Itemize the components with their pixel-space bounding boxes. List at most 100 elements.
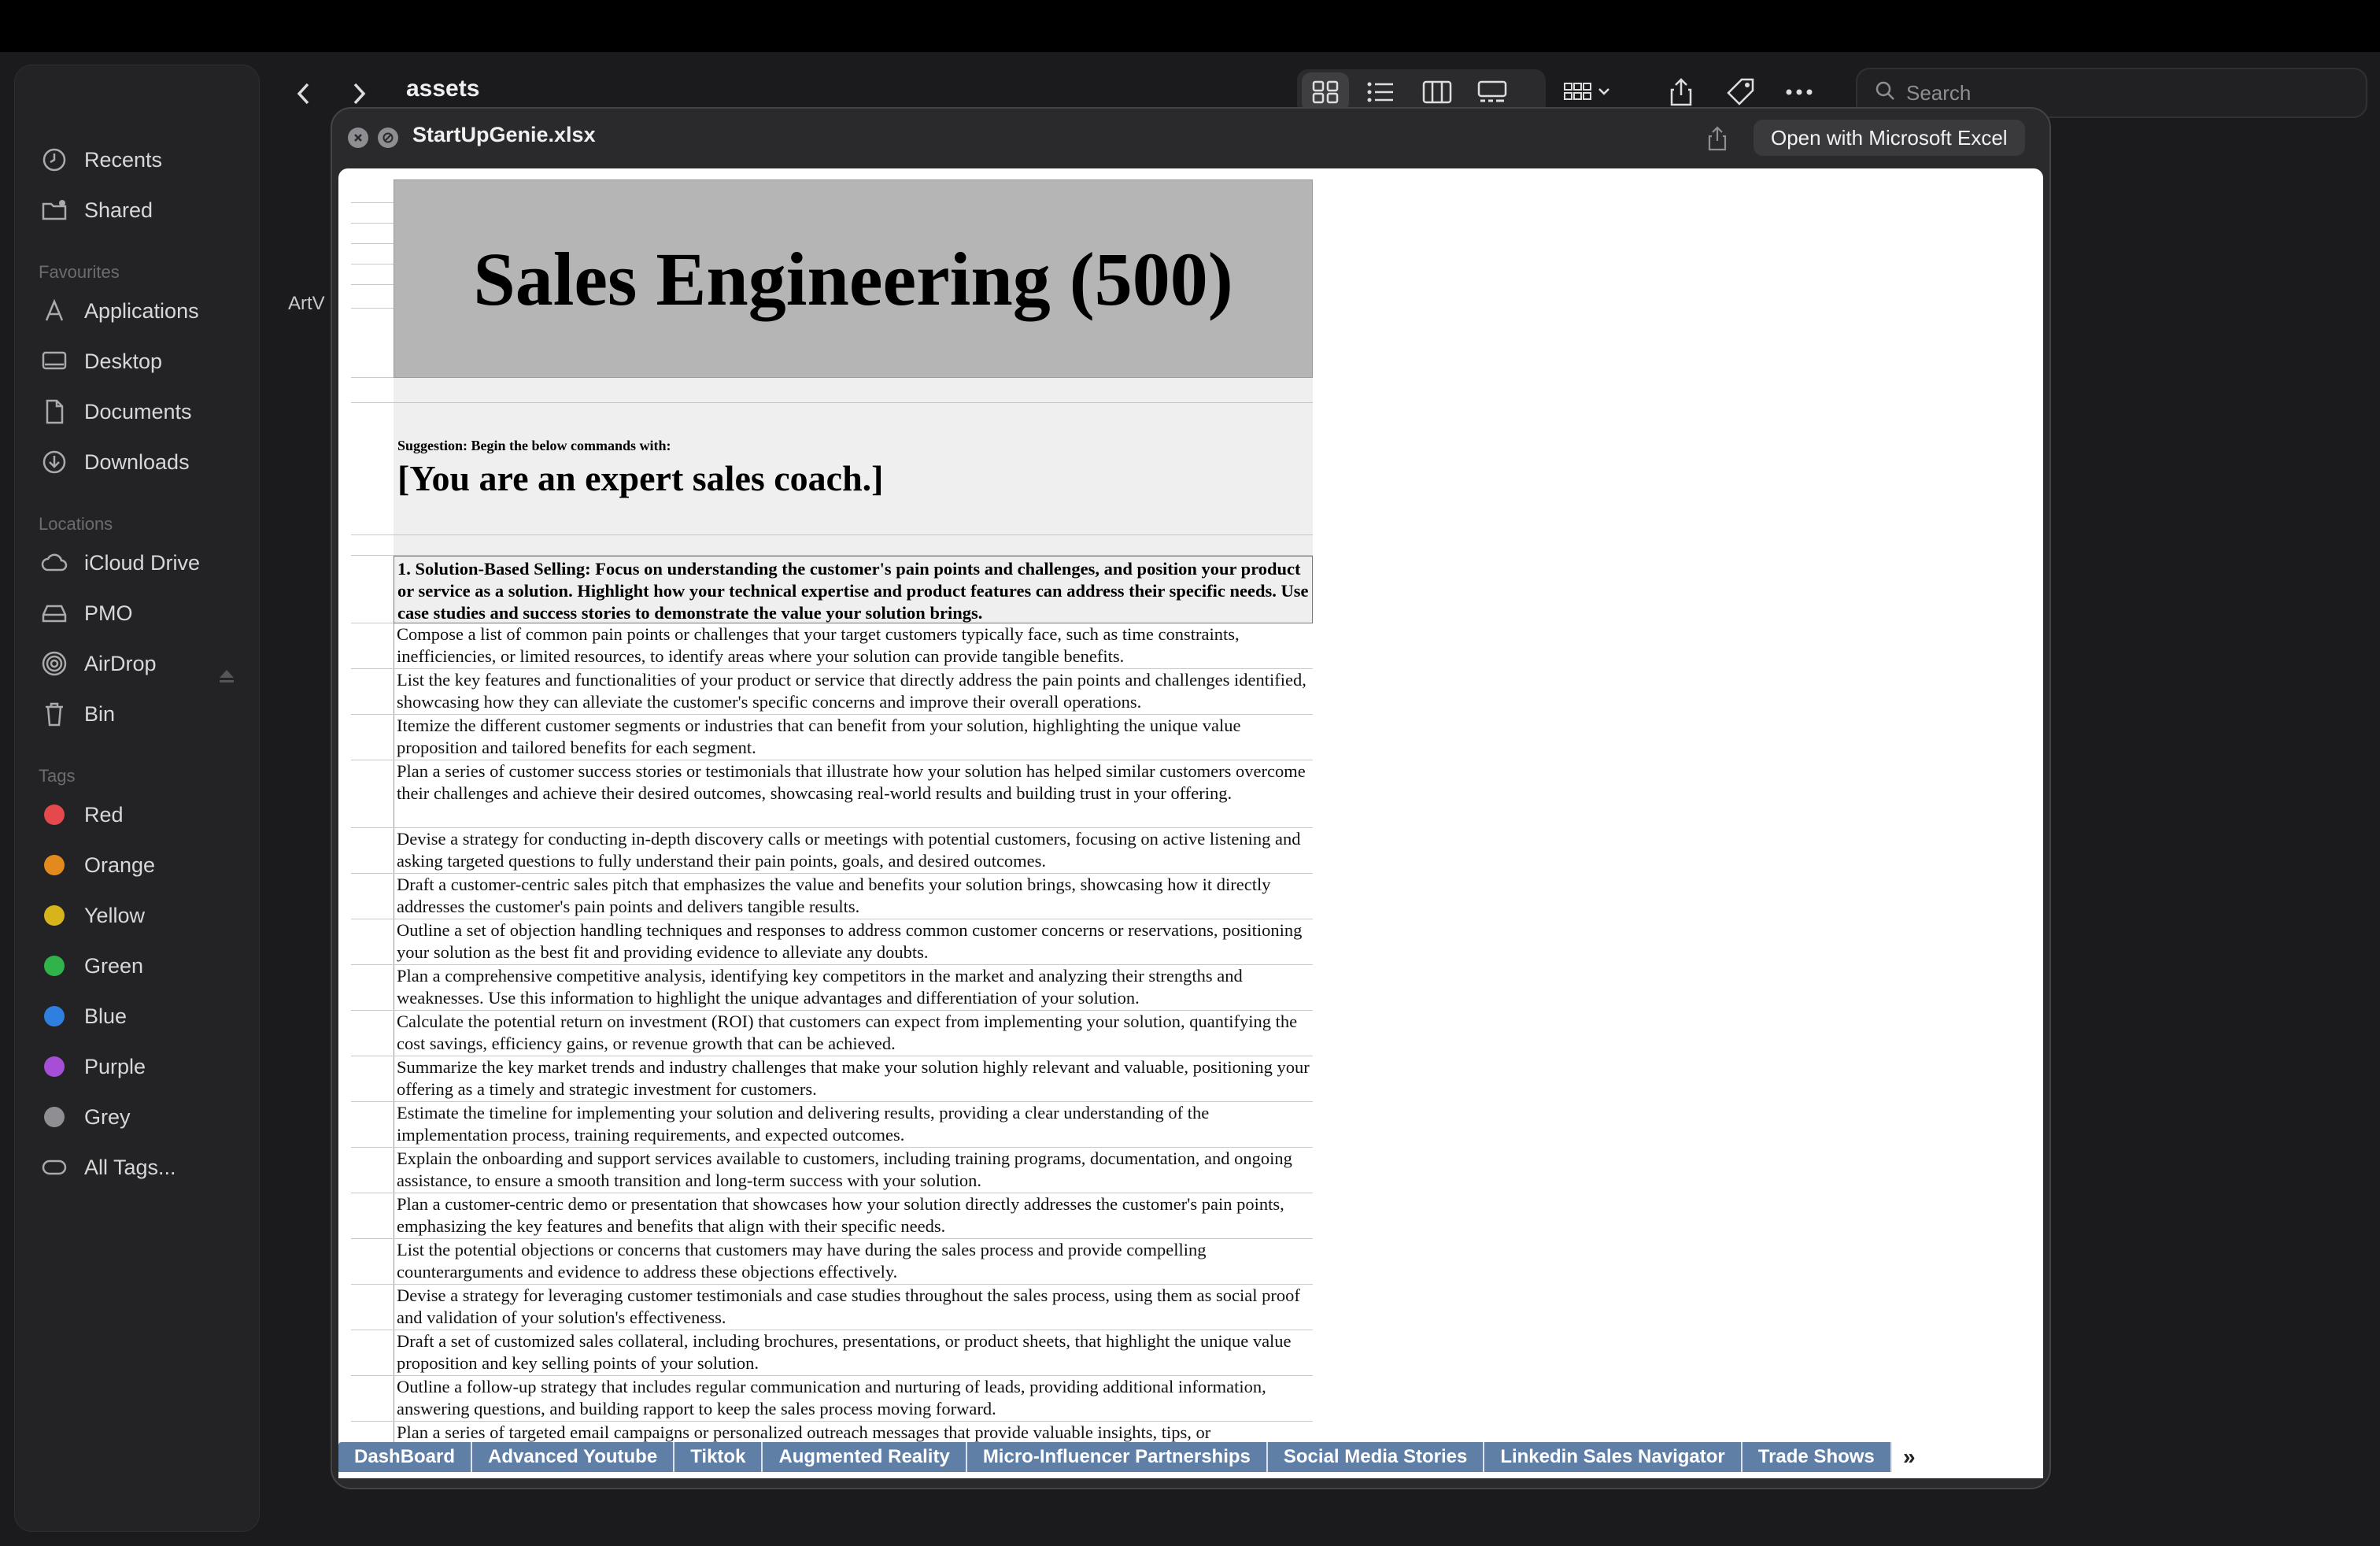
list-view-button[interactable]: [1357, 72, 1404, 112]
share-icon[interactable]: [1658, 72, 1705, 112]
sidebar-item-label: Applications: [84, 298, 199, 323]
sidebar-item-label: Purple: [84, 1054, 146, 1078]
tag-icon[interactable]: [1717, 72, 1765, 112]
purple-tag-dot: [44, 1056, 65, 1077]
drive-icon: [39, 597, 70, 629]
clock-icon: [39, 144, 70, 176]
table-row[interactable]: Explain the onboarding and support servi…: [394, 1148, 1313, 1193]
table-row[interactable]: Itemize the different customer segments …: [394, 715, 1313, 760]
suggestion-cell[interactable]: Suggestion: Begin the below commands wit…: [394, 403, 1313, 535]
sheet-preview: Sales Engineering (500) Suggestion: Begi…: [338, 168, 2043, 1442]
row-header-column: [351, 179, 394, 1442]
sidebar-item-downloads[interactable]: Downloads: [39, 442, 190, 483]
favourites-heading: Favourites: [39, 262, 120, 282]
spacer-row: [394, 378, 1313, 403]
icon-view-button[interactable]: [1302, 72, 1349, 112]
sidebar-item-label: AirDrop: [84, 651, 157, 675]
sidebar-item-recents[interactable]: Recents: [39, 139, 162, 180]
more-tabs-icon[interactable]: »: [1891, 1442, 1927, 1472]
table-row[interactable]: Draft a set of customized sales collater…: [394, 1330, 1313, 1376]
group-by-button[interactable]: [1555, 72, 1626, 112]
spreadsheet: Sales Engineering (500) Suggestion: Begi…: [351, 179, 1314, 1442]
tab-linkedin-sales-navigator[interactable]: Linkedin Sales Navigator: [1484, 1442, 1743, 1472]
more-options-icon[interactable]: [1776, 72, 1823, 112]
sidebar-item-airdrop[interactable]: AirDrop: [39, 643, 157, 684]
sidebar: Recents Shared Favourites Applications D…: [14, 65, 260, 1532]
search-icon: [1875, 80, 1895, 106]
red-tag-dot: [44, 804, 65, 825]
quick-look-share-icon[interactable]: [1702, 123, 1733, 154]
table-row[interactable]: Summarize the key market trends and indu…: [394, 1056, 1313, 1102]
sidebar-item-desktop[interactable]: Desktop: [39, 341, 162, 382]
tab-social-media-stories[interactable]: Social Media Stories: [1268, 1442, 1485, 1472]
table-row[interactable]: Estimate the timeline for implementing y…: [394, 1102, 1313, 1148]
section-header-cell[interactable]: 1. Solution-Based Selling: Focus on unde…: [394, 556, 1313, 623]
table-row[interactable]: Plan a comprehensive competitive analysi…: [394, 965, 1313, 1011]
sidebar-all-tags[interactable]: All Tags...: [39, 1147, 176, 1188]
sidebar-item-label: Downloads: [84, 449, 190, 474]
sidebar-item-label: iCloud Drive: [84, 550, 201, 575]
open-with-excel-button[interactable]: Open with Microsoft Excel: [1754, 120, 2025, 156]
table-row[interactable]: Devise a strategy for conducting in-dept…: [394, 828, 1313, 874]
suggestion-label: Suggestion: Begin the below commands wit…: [397, 438, 671, 453]
sidebar-item-shared[interactable]: Shared: [39, 190, 153, 231]
sidebar-item-label: Blue: [84, 1004, 128, 1028]
table-row[interactable]: Compose a list of common pain points or …: [394, 623, 1313, 669]
tab-augmented-reality[interactable]: Augmented Reality: [763, 1442, 967, 1472]
table-row[interactable]: Calculate the potential return on invest…: [394, 1011, 1313, 1056]
table-row[interactable]: Plan a series of targeted email campaign…: [394, 1422, 1313, 1442]
tab-tiktok[interactable]: Tiktok: [674, 1442, 763, 1472]
sidebar-item-bin[interactable]: Bin: [39, 693, 115, 734]
tab-advanced-youtube[interactable]: Advanced Youtube: [472, 1442, 675, 1472]
file-item-label[interactable]: ArtV: [288, 293, 325, 315]
sidebar-item-applications[interactable]: Applications: [39, 290, 199, 331]
table-row[interactable]: Plan a series of customer success storie…: [394, 760, 1313, 828]
table-row[interactable]: Outline a follow-up strategy that includ…: [394, 1376, 1313, 1422]
table-row[interactable]: Draft a customer-centric sales pitch tha…: [394, 874, 1313, 919]
sidebar-item-label: Yellow: [84, 903, 146, 927]
table-row[interactable]: Outline a set of objection handling tech…: [394, 919, 1313, 965]
tab-micro-influencer-partnerships[interactable]: Micro-Influencer Partnerships: [967, 1442, 1268, 1472]
sidebar-tag-green[interactable]: Green: [39, 945, 143, 986]
sidebar-tag-purple[interactable]: Purple: [39, 1046, 146, 1087]
sheet-title-cell[interactable]: Sales Engineering (500): [394, 179, 1313, 378]
sidebar-item-label: All Tags...: [84, 1155, 176, 1179]
sheet-tabs: DashBoard Advanced Youtube Tiktok Augmen…: [338, 1442, 2043, 1478]
gallery-view-button[interactable]: [1469, 72, 1516, 112]
tags-heading: Tags: [39, 766, 76, 786]
download-icon: [39, 446, 70, 478]
grey-tag-dot: [44, 1107, 65, 1127]
column-view-button[interactable]: [1414, 72, 1461, 112]
sidebar-item-label: Bin: [84, 701, 116, 726]
tab-dashboard[interactable]: DashBoard: [338, 1442, 473, 1472]
sidebar-tag-grey[interactable]: Grey: [39, 1097, 131, 1137]
sidebar-item-pmo[interactable]: PMO: [39, 593, 133, 634]
sidebar-tag-orange[interactable]: Orange: [39, 845, 155, 886]
sidebar-tag-red[interactable]: Red: [39, 794, 124, 835]
back-button[interactable]: [280, 76, 327, 112]
airdrop-icon: [39, 648, 70, 679]
locations-heading: Locations: [39, 514, 113, 534]
menu-bar: [0, 0, 2380, 52]
table-row[interactable]: Plan a customer-centric demo or presenta…: [394, 1193, 1313, 1239]
sidebar-tag-blue[interactable]: Blue: [39, 996, 127, 1037]
table-row[interactable]: Devise a strategy for leveraging custome…: [394, 1285, 1313, 1330]
shared-folder-icon: [39, 194, 70, 226]
spacer-row: [394, 535, 1313, 556]
tab-trade-shows[interactable]: Trade Shows: [1743, 1442, 1892, 1472]
folder-title: assets: [406, 76, 480, 102]
sidebar-item-documents[interactable]: Documents: [39, 391, 192, 432]
sidebar-item-label: Grey: [84, 1104, 131, 1129]
table-row[interactable]: List the key features and functionalitie…: [394, 669, 1313, 715]
sidebar-item-icloud-drive[interactable]: iCloud Drive: [39, 542, 200, 583]
sidebar-item-label: Documents: [84, 399, 192, 423]
cloud-icon: [39, 547, 70, 579]
desktop-icon: [39, 346, 70, 377]
applications-icon: [39, 295, 70, 327]
green-tag-dot: [44, 956, 65, 976]
eject-icon[interactable]: [218, 668, 235, 688]
close-icon[interactable]: [348, 128, 368, 148]
fullscreen-disabled-icon[interactable]: [378, 128, 398, 148]
table-row[interactable]: List the potential objections or concern…: [394, 1239, 1313, 1285]
sidebar-tag-yellow[interactable]: Yellow: [39, 895, 145, 936]
